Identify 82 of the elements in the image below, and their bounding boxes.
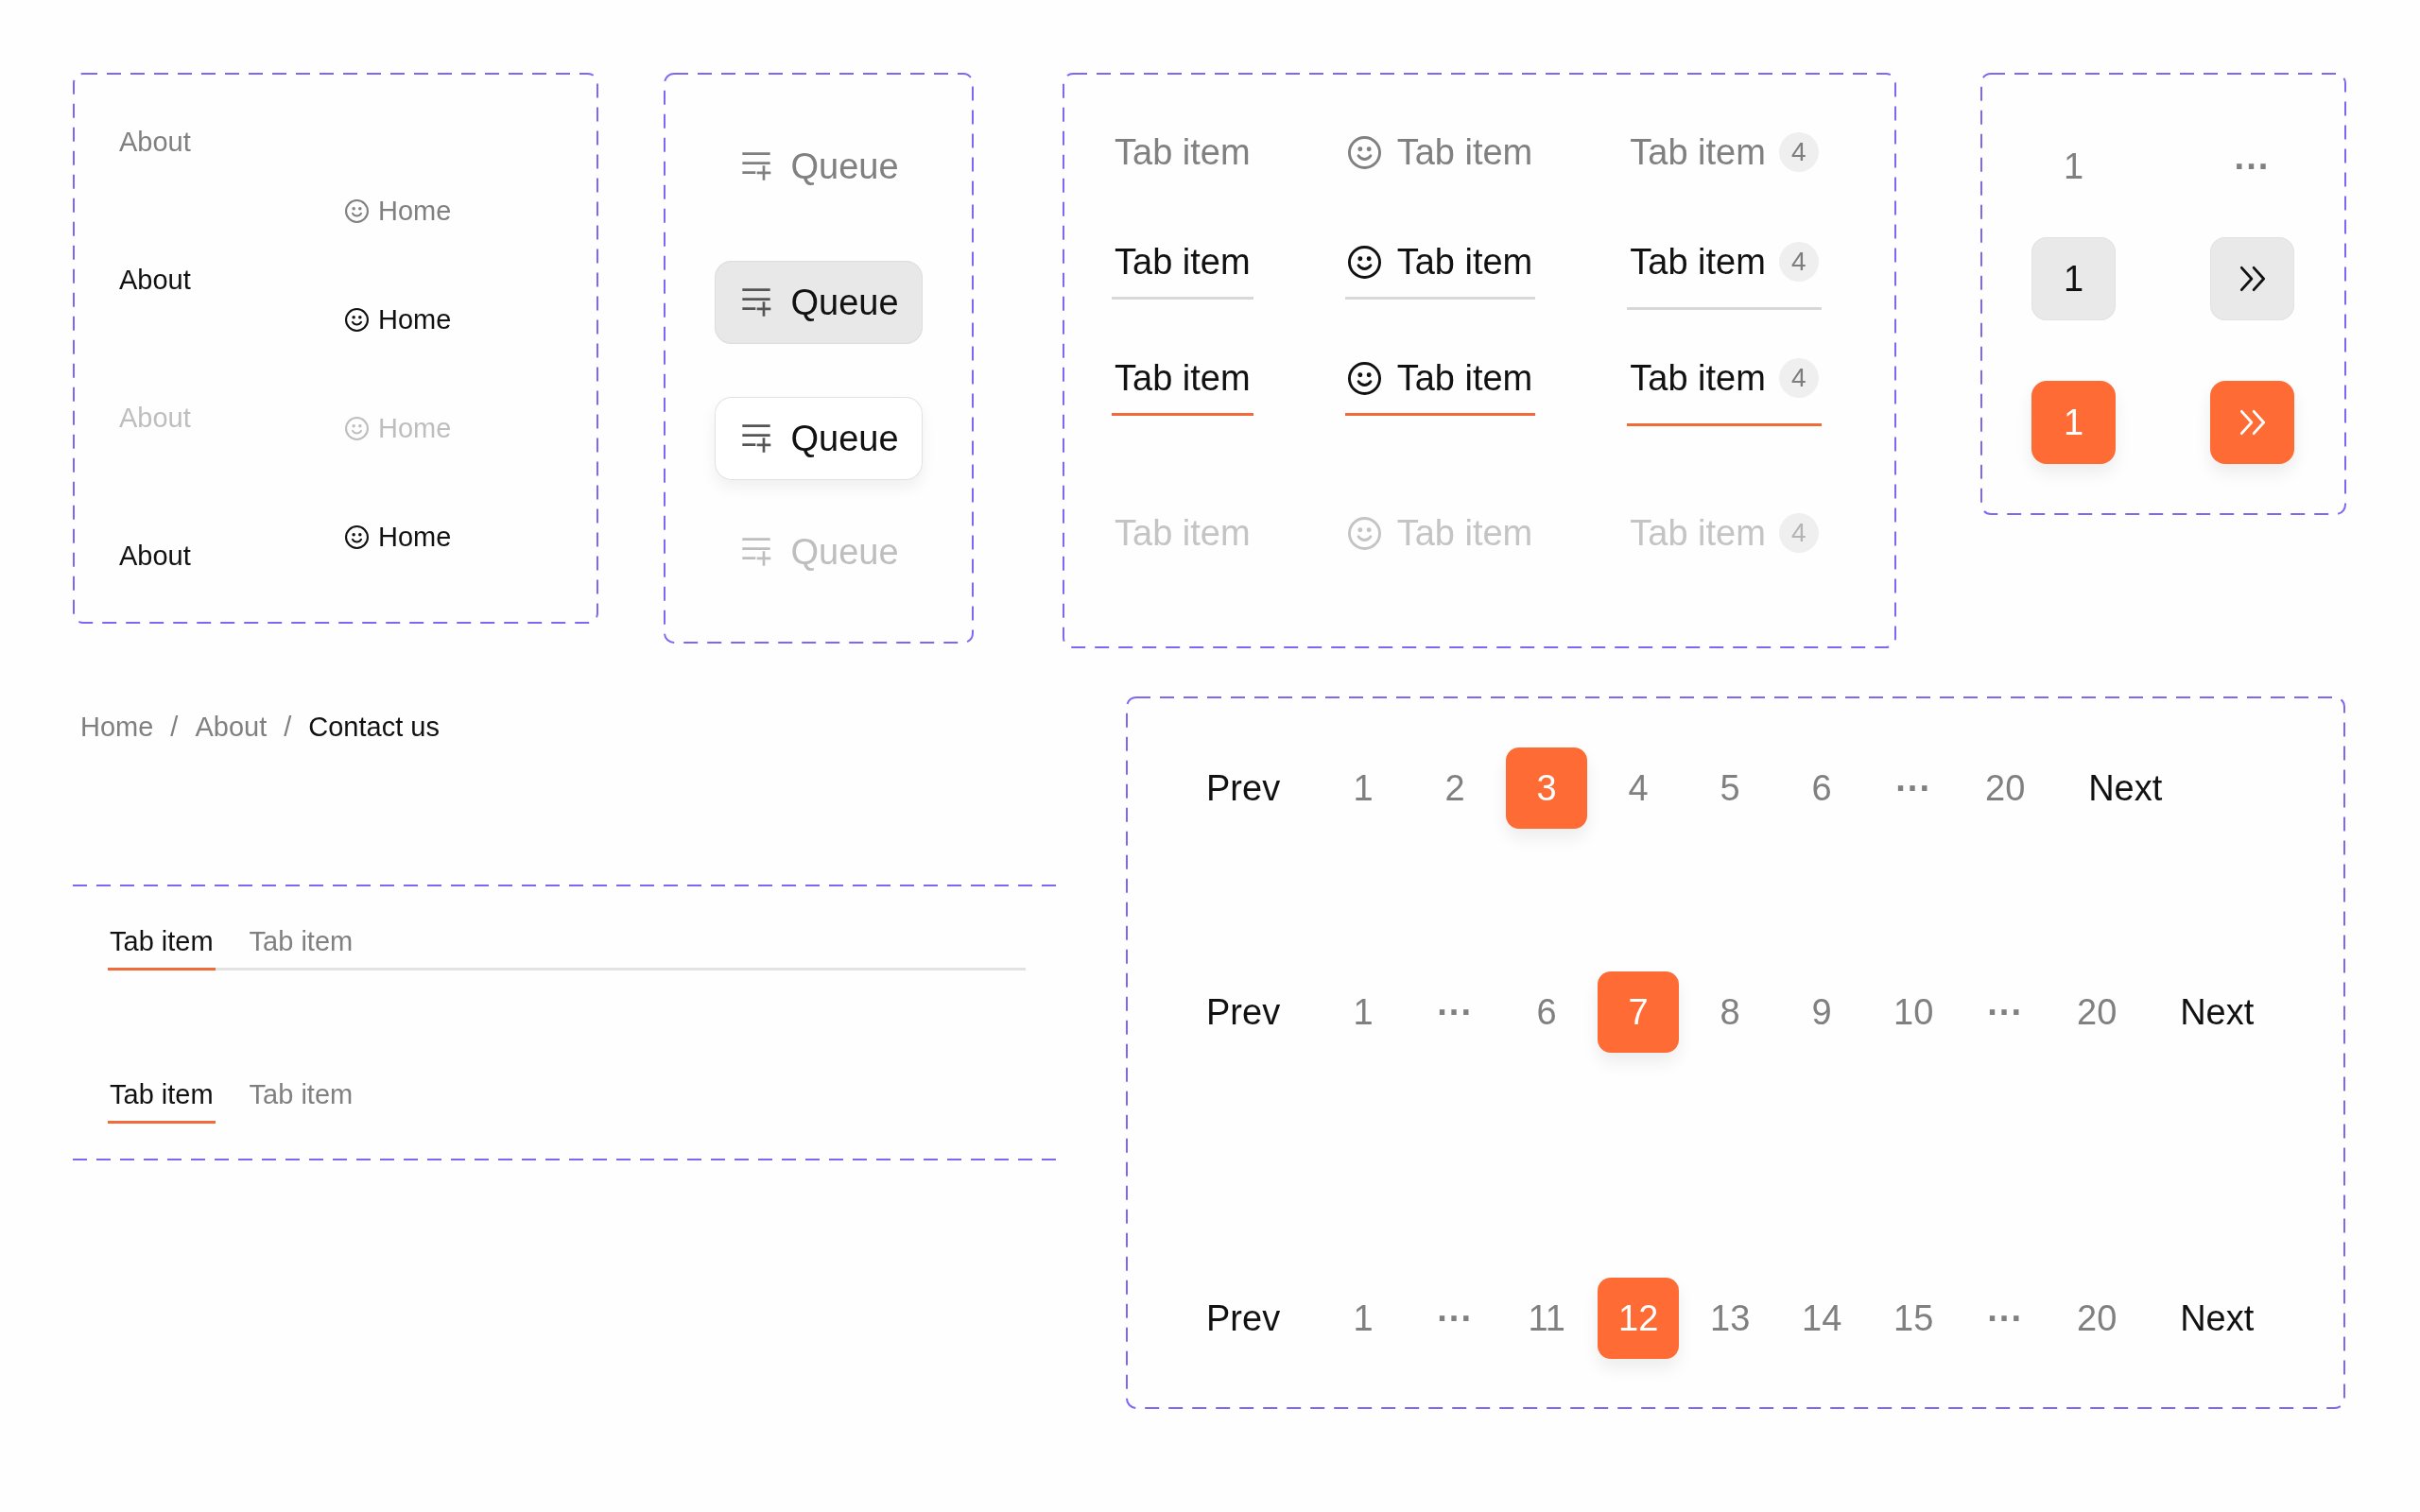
home-link[interactable]: Home <box>345 521 452 554</box>
tab[interactable]: Tab item <box>1344 130 1536 190</box>
prev-button[interactable]: Prev <box>1174 1278 1313 1359</box>
page-button[interactable]: 20 <box>2056 1278 2138 1359</box>
smiley-icon <box>1347 361 1381 395</box>
smiley-icon <box>345 417 369 440</box>
smiley-icon <box>345 199 369 223</box>
more-pages-button[interactable]: ··· <box>1414 1278 1496 1359</box>
smiley-icon <box>1347 245 1381 279</box>
list-plus-icon <box>740 537 773 567</box>
list-plus-icon <box>740 151 773 181</box>
more-pages-button[interactable]: ··· <box>1964 1278 2047 1359</box>
page-button[interactable]: 5 <box>1689 747 1772 829</box>
tab[interactable]: Tab item <box>1112 240 1253 300</box>
queue-button[interactable]: Queue <box>715 125 923 208</box>
queue-button[interactable]: Queue <box>715 397 923 480</box>
next-button[interactable]: Next <box>2056 747 2195 829</box>
smiley-icon <box>1347 135 1381 169</box>
home-link[interactable]: Home <box>345 195 452 228</box>
list-plus-icon <box>740 423 773 454</box>
tab[interactable]: Tab item 4 <box>1627 356 1822 426</box>
page-button[interactable]: 10 <box>1873 971 1955 1053</box>
tab[interactable]: Tab item <box>1112 356 1253 416</box>
queue-button[interactable]: Queue <box>715 261 923 344</box>
breadcrumb-link[interactable]: Home <box>80 711 154 744</box>
breadcrumb-link[interactable]: About <box>195 711 268 744</box>
page-button[interactable]: 6 <box>1781 747 1863 829</box>
page-button[interactable]: 20 <box>1964 747 2047 829</box>
smiley-icon <box>1347 516 1381 550</box>
double-chevron-icon <box>2238 409 2266 436</box>
breadcrumb-separator: / <box>170 711 179 744</box>
nav-link[interactable]: About <box>119 540 191 573</box>
page-button[interactable]: 1 <box>2031 125 2116 208</box>
page-button[interactable]: 12 <box>1598 1278 1680 1359</box>
tab[interactable]: Tab item <box>215 925 355 971</box>
tab[interactable]: Tab item 4 <box>1627 240 1822 310</box>
more-pages-button[interactable]: ··· <box>1414 971 1496 1053</box>
tab[interactable]: Tab item <box>1112 130 1253 190</box>
tab[interactable]: Tab item 4 <box>1627 130 1822 200</box>
count-badge: 4 <box>1778 358 1819 398</box>
tab[interactable]: Tab item <box>108 925 216 971</box>
prev-button[interactable]: Prev <box>1174 747 1313 829</box>
page-button[interactable]: 1 <box>1322 747 1405 829</box>
home-link[interactable]: Home <box>345 303 452 336</box>
breadcrumb-separator: / <box>284 711 292 744</box>
page-button[interactable]: 1 <box>1322 971 1405 1053</box>
count-badge: 4 <box>1778 242 1819 282</box>
page-button[interactable]: 14 <box>1781 1278 1863 1359</box>
breadcrumb-current[interactable]: Contact us <box>308 711 440 744</box>
page-button[interactable]: 13 <box>1689 1278 1772 1359</box>
page-button[interactable]: 1 <box>2031 381 2116 464</box>
more-pages-button[interactable]: ··· <box>2210 125 2294 208</box>
smiley-icon <box>345 525 369 549</box>
page-button[interactable]: 7 <box>1598 971 1680 1053</box>
page-button[interactable]: 8 <box>1689 971 1772 1053</box>
page-button[interactable]: 1 <box>1322 1278 1405 1359</box>
page-button[interactable]: 3 <box>1506 747 1588 829</box>
page-button[interactable]: 20 <box>2056 971 2138 1053</box>
prev-button[interactable]: Prev <box>1174 971 1313 1053</box>
page-button[interactable]: 9 <box>1781 971 1863 1053</box>
page-button[interactable]: 2 <box>1414 747 1496 829</box>
tab[interactable]: Tab item <box>1344 240 1536 300</box>
page-button[interactable]: 15 <box>1873 1278 1955 1359</box>
page-button[interactable]: 6 <box>1506 971 1588 1053</box>
skip-forward-button[interactable] <box>2210 237 2294 320</box>
count-badge: 4 <box>1778 513 1819 553</box>
next-button[interactable]: Next <box>2148 1278 2287 1359</box>
tab[interactable]: Tab item <box>1344 356 1536 416</box>
count-badge: 4 <box>1778 132 1819 172</box>
list-plus-icon <box>740 287 773 318</box>
nav-link[interactable]: About <box>119 264 191 297</box>
double-chevron-icon <box>2238 266 2266 292</box>
tab[interactable]: Tab item <box>108 1078 216 1124</box>
more-pages-button[interactable]: ··· <box>1873 747 1955 829</box>
more-pages-button[interactable]: ··· <box>1964 971 2047 1053</box>
page-button[interactable]: 4 <box>1598 747 1680 829</box>
next-button[interactable]: Next <box>2148 971 2287 1053</box>
smiley-icon <box>345 308 369 332</box>
page-button[interactable]: 11 <box>1506 1278 1588 1359</box>
tab[interactable]: Tab item <box>215 1078 355 1124</box>
page-button[interactable]: 1 <box>2031 237 2116 320</box>
nav-link[interactable]: About <box>119 126 191 159</box>
